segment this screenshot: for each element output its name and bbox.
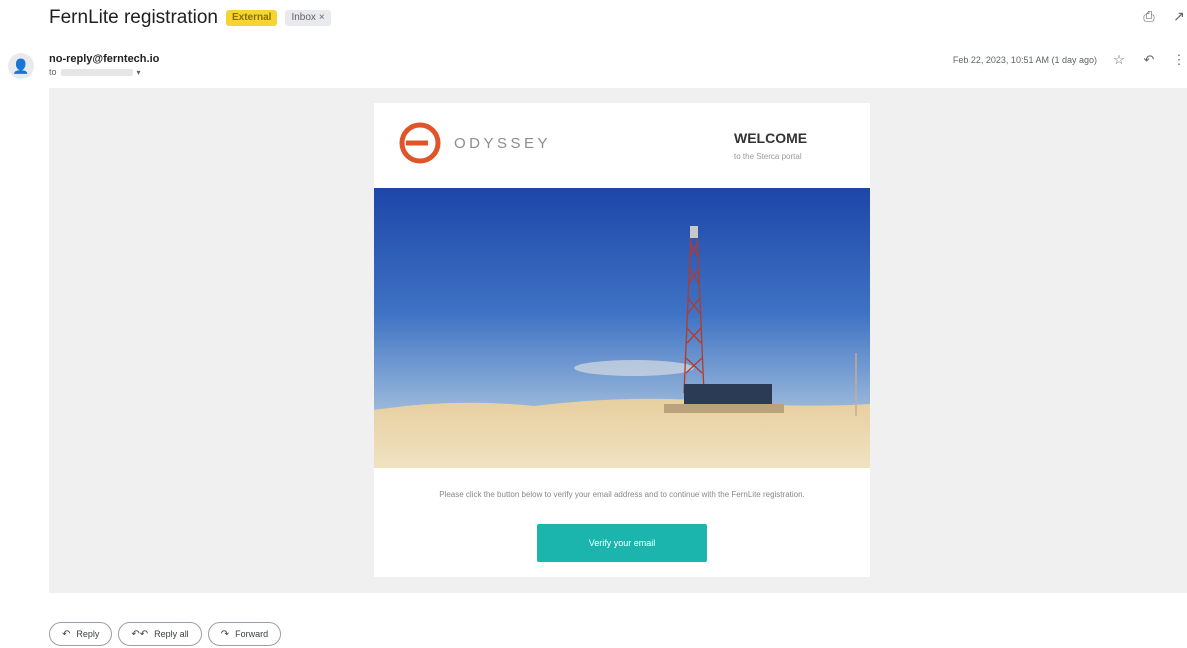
forward-button[interactable]: ↷ Forward xyxy=(207,622,282,646)
reply-icon: ↶ xyxy=(62,628,71,640)
email-subject: FernLite registration xyxy=(49,7,218,28)
open-new-window-icon[interactable]: ↗ xyxy=(1171,8,1187,25)
verification-instructions: Please click the button below to verify … xyxy=(439,490,805,499)
odyssey-logo: ODYSSEY xyxy=(398,121,551,165)
odyssey-logo-icon xyxy=(399,122,441,164)
person-icon: 👤 xyxy=(12,57,30,74)
external-badge: External xyxy=(225,10,278,26)
message-date: Feb 22, 2023, 10:51 AM (1 day ago) xyxy=(952,55,1097,65)
hero-image xyxy=(374,188,870,468)
email-card-header: ODYSSEY WELCOME to the Sterca portal xyxy=(374,103,870,188)
reply-all-button[interactable]: ↶↶ Reply all xyxy=(118,622,202,646)
sender-address[interactable]: no-reply@ferntech.io xyxy=(49,53,159,65)
forward-icon: ↷ xyxy=(220,628,230,640)
recipient-line: to ▾ xyxy=(49,67,141,77)
sender-avatar[interactable]: 👤 xyxy=(8,53,34,79)
recipient-details-icon[interactable]: ▾ xyxy=(137,68,141,77)
recipient-redacted xyxy=(60,68,133,76)
forward-label: Forward xyxy=(235,629,269,639)
print-icon[interactable]: ⎙ xyxy=(1141,8,1157,25)
logo-text: ODYSSEY xyxy=(454,134,552,152)
inbox-label-text: Inbox xyxy=(291,12,316,23)
inbox-label[interactable]: Inbox × xyxy=(285,10,331,26)
reply-all-label: Reply all xyxy=(154,629,189,639)
subject-row: FernLite registration External Inbox × xyxy=(49,6,331,30)
more-options-icon[interactable]: ⋮ xyxy=(1171,52,1187,68)
welcome-title: WELCOME xyxy=(734,130,808,146)
reply-button[interactable]: ↶ Reply xyxy=(49,622,113,646)
reply-icon[interactable]: ↶ xyxy=(1141,52,1157,68)
to-prefix: to xyxy=(49,67,57,77)
reply-label: Reply xyxy=(76,629,100,639)
message-meta: Feb 22, 2023, 10:51 AM (1 day ago) ☆ ↶ ⋮ xyxy=(953,52,1187,68)
email-card: ODYSSEY WELCOME to the Sterca portal Ple… xyxy=(374,103,870,577)
star-icon[interactable]: ☆ xyxy=(1111,52,1127,68)
message-actions: ↶ Reply ↶↶ Reply all ↷ Forward xyxy=(49,622,282,646)
welcome-subtitle: to the Sterca portal xyxy=(734,152,802,161)
verify-email-button[interactable]: Verify your email xyxy=(537,524,707,562)
remove-label-icon[interactable]: × xyxy=(319,12,325,23)
top-icons: ⎙ ↗ xyxy=(1141,8,1187,25)
reply-all-icon: ↶↶ xyxy=(131,628,149,640)
